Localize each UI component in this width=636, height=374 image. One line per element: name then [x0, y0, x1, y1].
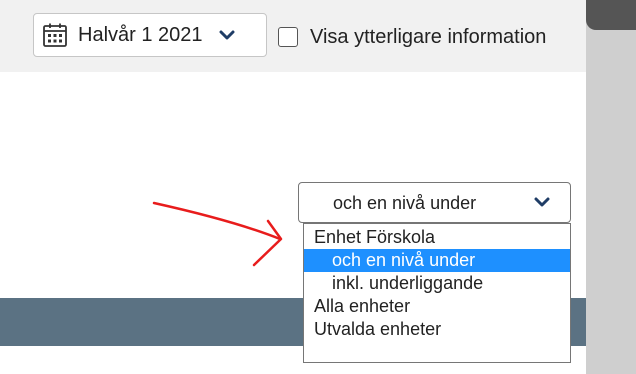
- more-info-label: Visa ytterligare information: [310, 25, 547, 48]
- level-dropdown-list: Enhet Förskola och en nivå under inkl. u…: [303, 223, 571, 363]
- chevron-down-icon: [534, 196, 550, 208]
- chevron-down-icon: [219, 29, 235, 41]
- corner-panel: [586, 0, 636, 30]
- calendar-icon: [42, 22, 68, 48]
- option-inkl-underliggande[interactable]: inkl. underliggande: [304, 272, 570, 295]
- period-selector-button[interactable]: Halvår 1 2021: [33, 13, 267, 57]
- more-info-toggle[interactable]: Visa ytterligare information: [278, 25, 546, 49]
- more-info-checkbox[interactable]: [278, 27, 298, 47]
- level-select[interactable]: och en nivå under: [298, 182, 571, 223]
- period-label: Halvår 1 2021: [78, 23, 203, 46]
- option-och-en-niva-under[interactable]: och en nivå under: [304, 249, 570, 272]
- option-alla-enheter[interactable]: Alla enheter: [304, 295, 570, 318]
- option-enhet-forskola[interactable]: Enhet Förskola: [304, 226, 570, 249]
- level-select-value: och en nivå under: [333, 193, 477, 213]
- option-utvalda-enheter[interactable]: Utvalda enheter: [304, 318, 570, 341]
- right-scroll-strip: [586, 0, 636, 374]
- annotation-arrow-icon: [152, 201, 283, 267]
